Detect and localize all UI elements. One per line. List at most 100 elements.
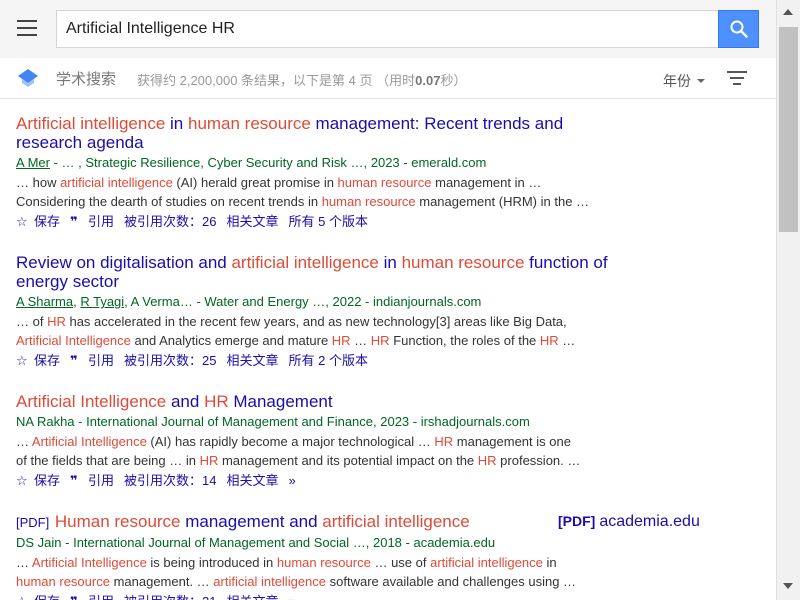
quote-icon: ❞ [70, 353, 78, 368]
snippet-text: … [350, 333, 371, 348]
vertical-scrollbar[interactable] [776, 0, 800, 600]
snippet-text: (AI) has rapidly become a major technolo… [146, 434, 435, 449]
hamburger-menu-icon[interactable] [17, 20, 37, 36]
author-link[interactable]: A Mer [16, 155, 50, 170]
snippet-text: in [542, 555, 557, 570]
title-highlight: Artificial intelligence [16, 114, 166, 133]
pdf-side-link[interactable]: [PDF] academia.edu [558, 513, 700, 531]
top-bar [0, 0, 776, 58]
save-button[interactable]: ☆ 保存 [16, 473, 60, 488]
snippet-text: … [16, 434, 32, 449]
quote-icon: ❞ [70, 214, 78, 229]
title-highlight: HR [204, 392, 229, 411]
title-text: management and [180, 512, 323, 531]
snippet-text: Considering the dearth of studies on rec… [16, 194, 322, 209]
snippet-text: … use of [370, 555, 431, 570]
filter-icon[interactable] [727, 71, 747, 85]
snippet-highlight: artificial intelligence [60, 175, 173, 190]
year-filter-dropdown[interactable]: 年份 [663, 71, 705, 91]
results-subbar: 学术搜索 获得约 2,200,000 条结果，以下是第 4 页 （用时0.07秒… [0, 58, 776, 99]
result-title-link[interactable]: Artificial intelligence in human resourc… [16, 114, 616, 152]
author-text: , A Verma… [124, 294, 193, 309]
snippet-highlight: HR [331, 333, 351, 348]
title-text: in [165, 114, 188, 133]
title-highlight: artificial intelligence [231, 253, 379, 272]
result-actions: ☆ 保存 ❞ 引用 被引用次数：26 相关文章 所有 5 个版本 [16, 214, 756, 230]
star-icon: ☆ [16, 594, 30, 600]
save-label: 保存 [34, 594, 60, 600]
scholar-logo-icon[interactable] [17, 68, 39, 88]
quote-icon: ❞ [70, 594, 84, 600]
cite-button[interactable]: ❞ 引用 [70, 473, 114, 488]
all-versions-link[interactable]: 所有 2 个版本 [289, 353, 368, 368]
meta-source: - … , Strategic Resilience, Cyber Securi… [49, 155, 487, 170]
result-snippet: Artificial Intelligence and Analytics em… [16, 331, 596, 350]
cite-label: 引用 [88, 353, 115, 368]
result-title-link[interactable]: Review on digitalisation and artificial … [16, 253, 616, 291]
snippet-highlight: human resource [321, 194, 416, 209]
search-input[interactable] [57, 11, 719, 47]
title-highlight: human resource [187, 114, 311, 133]
snippet-highlight: artificial intelligence [213, 574, 327, 589]
scroll-down-arrow-icon[interactable] [783, 583, 793, 589]
cited-by-link[interactable]: 被引用次数：25 [124, 353, 216, 368]
result-snippet: of the fields that are being … in HR man… [16, 451, 596, 470]
quote-icon: ❞ [70, 473, 78, 488]
search-box[interactable] [56, 10, 719, 48]
cite-button[interactable]: ❞ 引用 [70, 594, 114, 600]
scroll-up-arrow-icon[interactable] [783, 9, 793, 15]
cite-button[interactable]: ❞ 引用 [70, 214, 114, 229]
related-articles-link[interactable]: 相关文章 [227, 594, 279, 600]
author-link[interactable]: A Sharma [16, 294, 73, 309]
cite-label: 引用 [88, 473, 115, 488]
scroll-thumb[interactable] [779, 27, 798, 232]
snippet-highlight: Artificial Intelligence [31, 434, 147, 449]
title-text: Management [228, 392, 333, 411]
snippet-text: management is one [453, 434, 571, 449]
snippet-text: (AI) herald great promise in [172, 175, 338, 190]
save-button[interactable]: ☆ 保存 [16, 594, 60, 600]
save-button[interactable]: ☆ 保存 [16, 353, 60, 368]
result-item: Artificial intelligence in human resourc… [16, 114, 756, 230]
result-meta: NA Rakha - International Journal of Mana… [16, 414, 756, 430]
search-button[interactable] [718, 10, 759, 48]
title-highlight: human resource [401, 253, 525, 272]
save-label: 保存 [34, 473, 61, 488]
cite-button[interactable]: ❞ 引用 [70, 353, 114, 368]
snippet-highlight: HR [477, 453, 497, 468]
result-title-link[interactable]: Artificial Intelligence and HR Managemen… [16, 392, 616, 411]
stats-prefix: 获得约 2,200,000 条结果，以下是第 4 页 （用时 [137, 73, 416, 88]
save-label: 保存 [34, 214, 61, 229]
meta-source: - International Journal of Management an… [61, 535, 496, 550]
snippet-text: has accelerated in the recent few years,… [65, 314, 567, 329]
snippet-text: management in … [431, 175, 542, 190]
cited-by-link[interactable]: 被引用次数：21 [124, 594, 216, 600]
result-snippet: human resource management. … artificial … [16, 572, 596, 591]
cited-by-link[interactable]: 被引用次数：26 [124, 214, 216, 229]
related-articles-link[interactable]: 相关文章 [227, 353, 279, 368]
snippet-text: … [16, 555, 32, 570]
author-link[interactable]: R Tyagi [80, 294, 124, 309]
snippet-highlight: HR [434, 434, 454, 449]
results-list: Artificial intelligence in human resourc… [0, 100, 776, 600]
snippet-text: management and its potential impact on t… [218, 453, 478, 468]
snippet-text: … how [16, 175, 61, 190]
snippet-highlight: HR [370, 333, 390, 348]
more-icon[interactable]: » [289, 473, 296, 488]
pdf-domain: academia.edu [599, 513, 700, 530]
more-icon[interactable]: » [289, 594, 296, 600]
result-snippet: … how artificial intelligence (AI) heral… [16, 173, 596, 192]
result-snippet: … of HR has accelerated in the recent fe… [16, 312, 596, 331]
title-highlight: artificial intelligence [322, 512, 470, 531]
cited-by-link[interactable]: 被引用次数：14 [124, 473, 216, 488]
snippet-highlight: human resource [16, 574, 110, 589]
save-button[interactable]: ☆ 保存 [16, 214, 60, 229]
related-articles-link[interactable]: 相关文章 [227, 214, 279, 229]
snippet-text: Function, the roles of the [389, 333, 540, 348]
related-articles-link[interactable]: 相关文章 [227, 473, 279, 488]
all-versions-link[interactable]: 所有 5 个版本 [289, 214, 368, 229]
result-title-link[interactable]: [PDF] Human resource management and arti… [16, 512, 616, 532]
snippet-highlight: human resource [337, 175, 432, 190]
pdf-tag: [PDF] [16, 515, 53, 530]
author-text: DS Jain [16, 535, 62, 550]
